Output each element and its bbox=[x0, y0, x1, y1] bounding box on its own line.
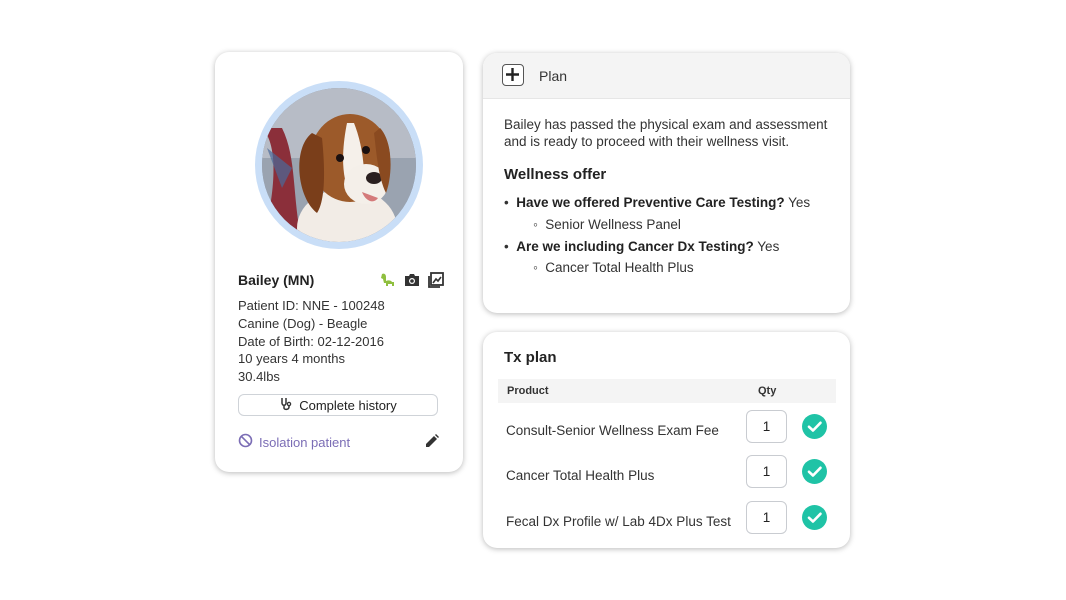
tx-table-header: Product Qty bbox=[498, 379, 836, 403]
qty-input[interactable]: 1 bbox=[746, 410, 787, 443]
check-circle-icon[interactable] bbox=[802, 414, 827, 439]
patient-breed: Canine (Dog) - Beagle bbox=[238, 316, 368, 331]
question-answer: Yes bbox=[788, 195, 811, 210]
qty-input[interactable]: 1 bbox=[746, 455, 787, 488]
complete-history-button[interactable]: Complete history bbox=[238, 394, 438, 416]
question-answer: Yes bbox=[757, 239, 780, 254]
column-qty: Qty bbox=[758, 385, 777, 397]
patient-card: Bailey (MN) Patient ID: NNE - 100248 Can… bbox=[215, 52, 463, 472]
wellness-question: • Are we including Cancer Dx Testing? Ye… bbox=[504, 239, 780, 254]
wellness-item: ◦ Cancer Total Health Plus bbox=[533, 260, 694, 275]
check-circle-icon[interactable] bbox=[802, 505, 827, 530]
plan-summary: Bailey has passed the physical exam and … bbox=[504, 117, 828, 149]
image-gallery-icon[interactable] bbox=[427, 271, 445, 289]
block-icon bbox=[238, 433, 253, 451]
edit-icon[interactable] bbox=[424, 433, 440, 449]
table-row: Consult-Senior Wellness Exam Fee 1 bbox=[498, 409, 836, 453]
tx-plan-card: Tx plan Product Qty Consult-Senior Welln… bbox=[483, 332, 850, 548]
qty-input[interactable]: 1 bbox=[746, 501, 787, 534]
wellness-heading: Wellness offer bbox=[504, 166, 607, 183]
avatar bbox=[255, 81, 423, 249]
product-name: Fecal Dx Profile w/ Lab 4Dx Plus Test bbox=[506, 514, 731, 529]
stethoscope-icon bbox=[279, 397, 293, 414]
question-text: Have we offered Preventive Care Testing? bbox=[516, 195, 785, 210]
patient-age: 10 years 4 months bbox=[238, 351, 345, 366]
plus-icon[interactable] bbox=[502, 64, 524, 86]
plan-card: Plan Bailey has passed the physical exam… bbox=[483, 53, 850, 313]
table-row: Cancer Total Health Plus 1 bbox=[498, 454, 836, 498]
tx-plan-title: Tx plan bbox=[504, 349, 557, 366]
patient-id: Patient ID: NNE - 100248 bbox=[238, 298, 385, 313]
table-row: Fecal Dx Profile w/ Lab 4Dx Plus Test 1 bbox=[498, 500, 836, 544]
wellness-item-label: Cancer Total Health Plus bbox=[545, 260, 694, 275]
question-text: Are we including Cancer Dx Testing? bbox=[516, 239, 754, 254]
isolation-label: Isolation patient bbox=[259, 434, 351, 450]
column-product: Product bbox=[507, 385, 549, 397]
plan-title: Plan bbox=[539, 68, 568, 84]
dog-photo bbox=[262, 88, 416, 242]
wellness-question: • Have we offered Preventive Care Testin… bbox=[504, 195, 811, 210]
complete-history-label: Complete history bbox=[299, 397, 397, 413]
product-name: Consult-Senior Wellness Exam Fee bbox=[506, 423, 719, 438]
dog-icon[interactable] bbox=[379, 271, 397, 289]
wellness-item-label: Senior Wellness Panel bbox=[545, 217, 681, 232]
product-name: Cancer Total Health Plus bbox=[506, 468, 655, 483]
patient-icons bbox=[379, 271, 445, 289]
wellness-item: ◦ Senior Wellness Panel bbox=[533, 217, 681, 232]
isolation-status: Isolation patient bbox=[238, 433, 350, 451]
camera-icon[interactable] bbox=[403, 271, 421, 289]
check-circle-icon[interactable] bbox=[802, 459, 827, 484]
plan-header: Plan bbox=[483, 53, 850, 99]
patient-weight: 30.4lbs bbox=[238, 369, 280, 384]
patient-dob: Date of Birth: 02-12-2016 bbox=[238, 334, 384, 349]
patient-name: Bailey (MN) bbox=[238, 272, 315, 288]
